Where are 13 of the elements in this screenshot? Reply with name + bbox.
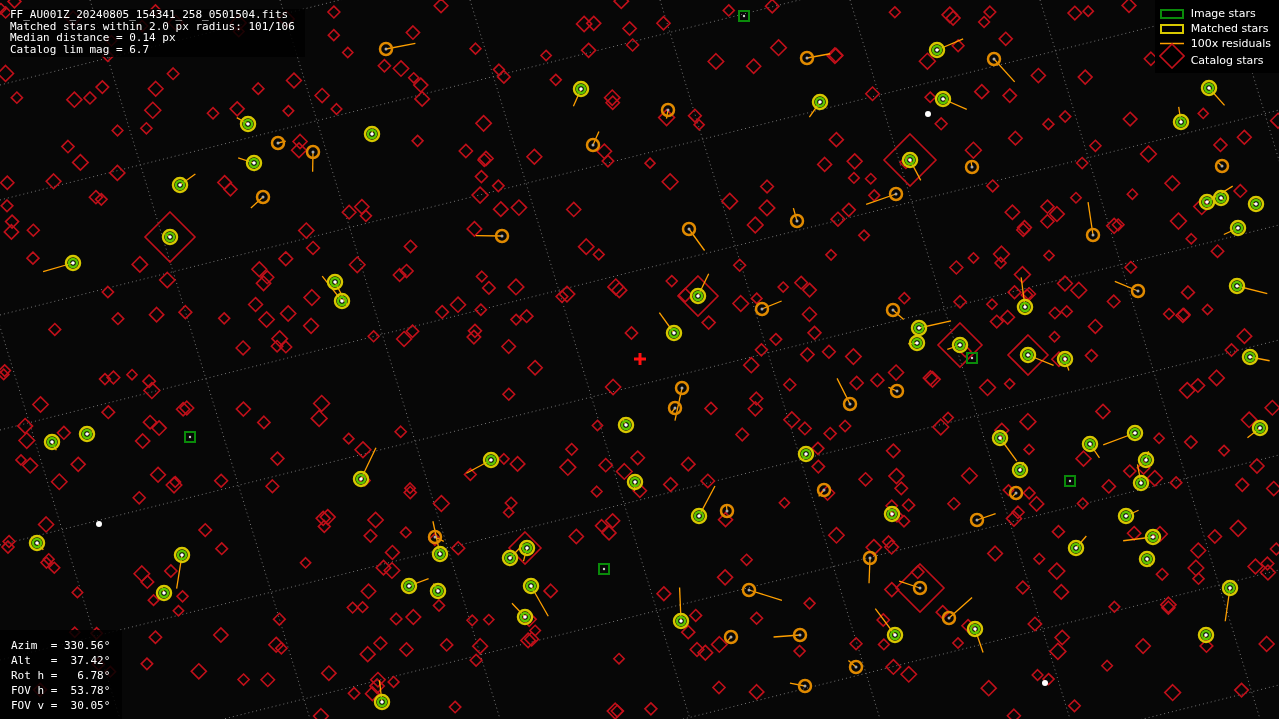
pointing-text: FOV h = 53.78°	[11, 683, 111, 698]
pointing-text: Azim = 330.56°	[11, 638, 111, 653]
pointing-text: Alt = 37.42°	[11, 653, 111, 668]
legend-label: Catalog stars	[1190, 52, 1265, 68]
legend-label: Matched stars	[1190, 21, 1270, 36]
legend-label: Image stars	[1190, 6, 1257, 21]
info-text: Catalog lim mag = 6.7	[10, 43, 151, 55]
info-text: FF_AU001Z_20240805_154341_258_0501504.fits	[10, 9, 290, 21]
pointing-text: FOV v = 30.05°	[11, 698, 111, 713]
pointing-text: Rot h = 6.78°	[11, 668, 111, 683]
info-text: Median distance = 0.14 px	[10, 32, 176, 44]
info-text: Matched stars within 2.0 px radius: 101/106	[10, 20, 295, 32]
legend-label: 100x residuals	[1190, 36, 1271, 51]
